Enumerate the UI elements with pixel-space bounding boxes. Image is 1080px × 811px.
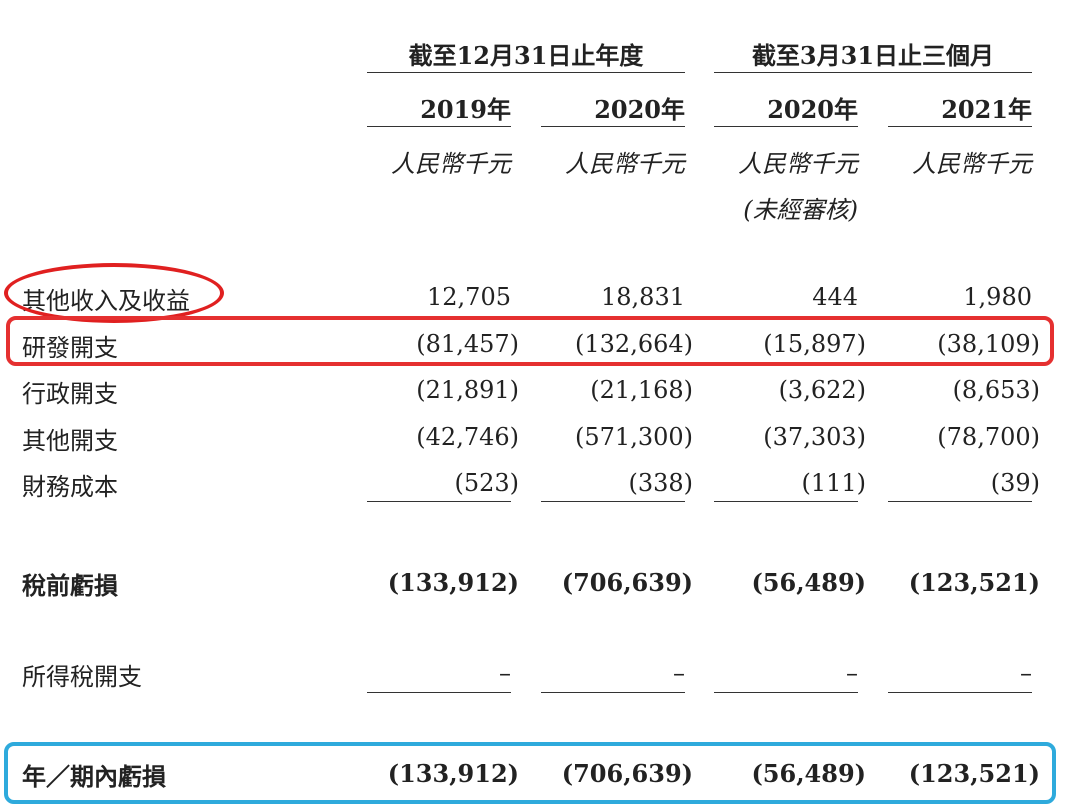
cell-other-exp-2020: (571,300)	[575, 423, 693, 451]
year-header-4: 2021年	[941, 95, 1032, 124]
year-header-3: 2020年	[767, 95, 858, 124]
year-rule-4	[888, 126, 1032, 127]
tax-rule-2	[541, 692, 685, 693]
year-header-2: 2020年	[594, 95, 685, 124]
cell-tax-2019: –	[499, 659, 511, 687]
cell-finance-2019: (523)	[454, 469, 519, 497]
highlight-box-loss-for-period	[4, 742, 1056, 804]
year-rule-2	[541, 126, 685, 127]
cell-tax-2020: –	[673, 659, 685, 687]
unit-label-2: 人民幣千元	[565, 150, 685, 178]
subtotal-rule-4	[888, 501, 1032, 502]
cell-other-exp-2021q: (78,700)	[937, 423, 1040, 451]
cell-other-exp-2020q: (37,303)	[763, 423, 866, 451]
tax-rule-3	[714, 692, 858, 693]
cell-lbt-2021q: (123,521)	[908, 568, 1040, 597]
period-header-quarter: 截至3月31日止三個月	[751, 41, 995, 70]
highlight-ellipse-other-income	[4, 263, 224, 323]
cell-other-income-2021q: 1,980	[963, 283, 1032, 311]
tax-rule-4	[888, 692, 1032, 693]
year-header-1: 2019年	[420, 95, 511, 124]
unaudited-note: (未經審核)	[743, 196, 858, 224]
cell-finance-2020q: (111)	[801, 469, 866, 497]
unit-label-3: 人民幣千元	[738, 150, 858, 178]
highlight-box-rd-expenses	[6, 316, 1054, 366]
unit-label-4: 人民幣千元	[912, 150, 1032, 178]
cell-tax-2020q: –	[846, 659, 858, 687]
row-label-other-expenses: 其他開支	[22, 427, 118, 455]
tax-rule-1	[367, 692, 511, 693]
cell-other-income-2019: 12,705	[427, 283, 511, 311]
cell-finance-2020: (338)	[628, 469, 693, 497]
cell-admin-2021q: (8,653)	[952, 376, 1040, 404]
cell-finance-2021q: (39)	[990, 469, 1040, 497]
period-header-annual: 截至12月31日止年度	[408, 41, 644, 70]
cell-admin-2020q: (3,622)	[778, 376, 866, 404]
cell-admin-2019: (21,891)	[416, 376, 519, 404]
cell-tax-2021q: –	[1020, 659, 1032, 687]
cell-lbt-2020: (706,639)	[561, 568, 693, 597]
year-rule-3	[714, 126, 858, 127]
cell-lbt-2020q: (56,489)	[751, 568, 866, 597]
cell-lbt-2019: (133,912)	[387, 568, 519, 597]
subtotal-rule-2	[541, 501, 685, 502]
row-label-admin-expenses: 行政開支	[22, 380, 118, 408]
unit-label-1: 人民幣千元	[391, 150, 511, 178]
row-label-loss-before-tax: 稅前虧損	[22, 571, 118, 600]
subtotal-rule-3	[714, 501, 858, 502]
cell-other-income-2020q: 444	[812, 283, 858, 311]
cell-other-exp-2019: (42,746)	[416, 423, 519, 451]
row-label-income-tax: 所得稅開支	[22, 663, 142, 691]
subtotal-rule-1	[367, 501, 511, 502]
year-rule-1	[367, 126, 511, 127]
header-rule-annual	[367, 72, 685, 73]
header-rule-quarter	[714, 72, 1032, 73]
cell-other-income-2020: 18,831	[601, 283, 685, 311]
cell-admin-2020: (21,168)	[590, 376, 693, 404]
row-label-finance-costs: 財務成本	[22, 473, 118, 501]
